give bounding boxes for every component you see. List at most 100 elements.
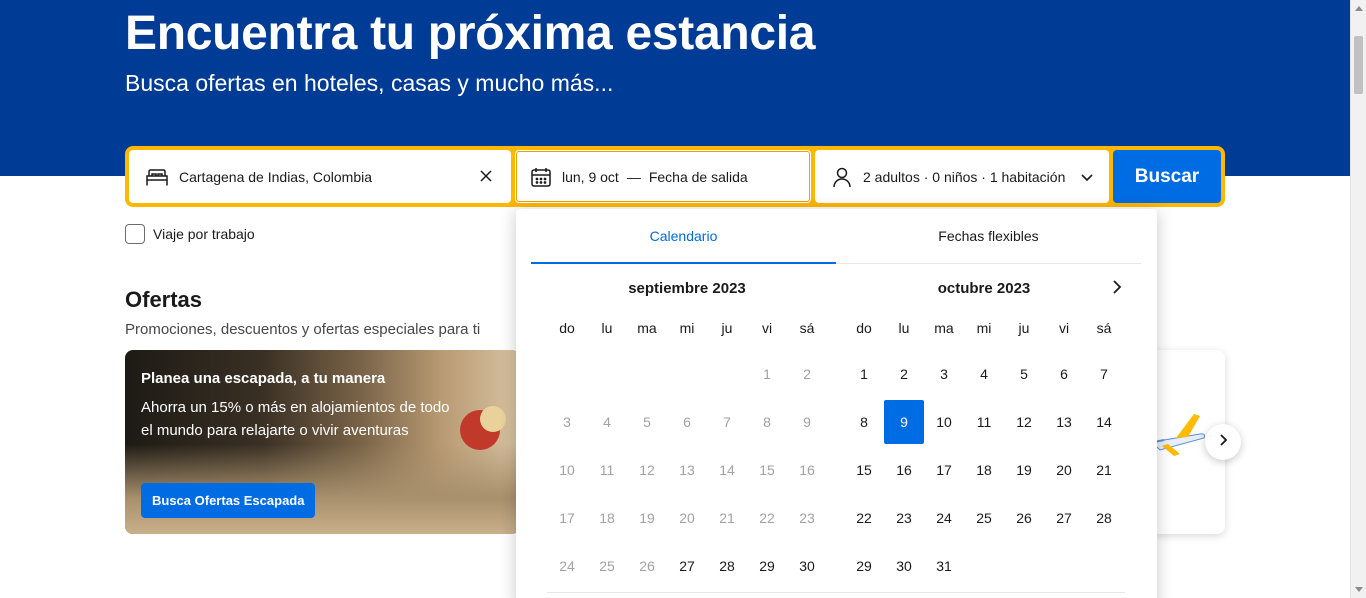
offer-card-getaway[interactable]: Planea una escapada, a tu manera Ahorra … xyxy=(125,350,520,534)
calendar-day[interactable]: 6 xyxy=(1044,352,1084,396)
calendar-day[interactable]: 11 xyxy=(964,400,1004,444)
calendar-day[interactable]: 22 xyxy=(844,496,884,540)
tab-flexible-dates[interactable]: Fechas flexibles xyxy=(836,209,1141,263)
page-subtitle: Busca ofertas en hoteles, casas y mucho … xyxy=(125,70,614,96)
beach-image-hat xyxy=(480,406,506,432)
scroll-thumb[interactable] xyxy=(1354,36,1363,94)
calendar-day: 15 xyxy=(759,462,775,478)
calendar-empty-cell xyxy=(1044,544,1084,588)
checkout-placeholder[interactable]: Fecha de salida xyxy=(649,169,748,185)
date-picker-tabs: Calendario Fechas flexibles xyxy=(531,209,1141,264)
tab-calendar[interactable]: Calendario xyxy=(531,209,836,264)
calendar-day[interactable]: 18 xyxy=(964,448,1004,492)
next-month-button[interactable] xyxy=(1108,278,1126,301)
guests-field[interactable]: 2 adultos · 0 niños · 1 habitación xyxy=(815,150,1109,203)
calendar-day: 12 xyxy=(639,462,655,478)
checkin-date[interactable]: lun, 9 oct xyxy=(562,169,619,185)
guests-summary[interactable]: 2 adultos · 0 niños · 1 habitación xyxy=(863,169,1065,185)
calendar-day: 21 xyxy=(719,510,735,526)
weekday-label: ma xyxy=(637,320,657,336)
calendar-day[interactable]: 30 xyxy=(884,544,924,588)
calendar-day[interactable]: 21 xyxy=(1084,448,1124,492)
calendar-day[interactable]: 4 xyxy=(964,352,1004,396)
page-title: Encuentra tu próxima estancia xyxy=(125,7,816,60)
calendar-day[interactable]: 28 xyxy=(707,544,747,588)
calendar-day: 7 xyxy=(723,414,731,430)
offers-heading: Ofertas xyxy=(125,287,203,312)
month-october: octubre 2023 do lu ma mi ju vi sá 1 2 3 4 5 6 7 8 9 10 1… xyxy=(844,277,1124,592)
calendar-day-selected[interactable]: 9 xyxy=(884,400,924,444)
calendar-day[interactable]: 1 xyxy=(844,352,884,396)
calendar-day: 14 xyxy=(719,462,735,478)
offer-card-button[interactable]: Busca Ofertas Escapada xyxy=(141,483,316,518)
calendar-day[interactable]: 7 xyxy=(1084,352,1124,396)
calendar-day[interactable]: 8 xyxy=(844,400,884,444)
scroll-down-icon[interactable] xyxy=(1355,587,1363,592)
scroll-up-icon[interactable] xyxy=(1355,6,1363,11)
day-grid: 1 2 3 4 5 6 7 8 9 10 11 12 13 14 15 16 17 18 19 20 21 22 23 24 2… xyxy=(547,352,827,592)
calendar-day[interactable]: 27 xyxy=(1044,496,1084,540)
close-icon[interactable] xyxy=(477,167,495,188)
chevron-down-icon[interactable] xyxy=(1079,169,1095,188)
offer-card-title: Planea una escapada, a tu manera xyxy=(141,370,386,387)
calendar-day: 22 xyxy=(759,510,775,526)
offers-subtitle: Promociones, descuentos y ofertas especi… xyxy=(125,321,481,338)
date-field[interactable]: lun, 9 oct — Fecha de salida xyxy=(515,150,811,203)
carousel-next-button[interactable] xyxy=(1205,424,1241,460)
calendar-day[interactable]: 30 xyxy=(787,544,827,588)
calendar-day[interactable]: 2 xyxy=(884,352,924,396)
calendar-empty-cell xyxy=(667,352,707,396)
checkbox[interactable] xyxy=(125,224,145,244)
page-scrollbar[interactable] xyxy=(1350,0,1366,598)
calendar-day[interactable]: 31 xyxy=(924,544,964,588)
destination-field[interactable]: Cartagena de Indias, Colombia xyxy=(129,150,511,203)
calendar-day[interactable]: 10 xyxy=(924,400,964,444)
calendar-week: 8 9 10 11 12 13 14 xyxy=(844,400,1124,448)
calendar-empty-cell xyxy=(587,352,627,396)
day-grid: 1 2 3 4 5 6 7 8 9 10 11 12 13 14 15 16 17 18 19 20 21 22 23 24 2… xyxy=(844,352,1124,592)
weekday-label: vi xyxy=(761,320,773,336)
calendar-day[interactable]: 27 xyxy=(667,544,707,588)
search-bar: Cartagena de Indias, Colombia lun, 9 oct… xyxy=(125,146,1225,207)
calendar-day[interactable]: 5 xyxy=(1004,352,1044,396)
calendar-day[interactable]: 24 xyxy=(924,496,964,540)
calendar-day[interactable]: 14 xyxy=(1084,400,1124,444)
calendar-icon xyxy=(530,166,552,188)
work-trip-checkbox[interactable]: Viaje por trabajo xyxy=(125,224,255,244)
calendar-day[interactable]: 13 xyxy=(1044,400,1084,444)
calendar-day: 25 xyxy=(599,558,615,574)
work-trip-label: Viaje por trabajo xyxy=(153,226,255,242)
calendar-day[interactable]: 3 xyxy=(924,352,964,396)
calendar-day[interactable]: 23 xyxy=(884,496,924,540)
calendar-day[interactable]: 17 xyxy=(924,448,964,492)
weekday-header: do lu ma mi ju vi sá xyxy=(844,320,1124,342)
calendar-day[interactable]: 12 xyxy=(1004,400,1044,444)
calendar-day[interactable]: 26 xyxy=(1004,496,1044,540)
month-september: septiembre 2023 do lu ma mi ju vi sá 123456789… xyxy=(547,277,827,592)
calendar-day: 16 xyxy=(799,462,815,478)
airplane-icon xyxy=(1150,410,1206,465)
calendar-week: 29 30 31 xyxy=(844,544,1124,592)
calendar-empty-cell xyxy=(1004,544,1044,588)
search-button[interactable]: Buscar xyxy=(1113,150,1221,203)
calendar-day: 17 xyxy=(559,510,575,526)
calendar-day: 2 xyxy=(803,366,811,382)
calendar-day[interactable]: 29 xyxy=(844,544,884,588)
calendar-day[interactable]: 15 xyxy=(844,448,884,492)
calendar-week: 12 xyxy=(547,352,827,400)
weekday-label: lu xyxy=(898,320,910,336)
weekday-label: lu xyxy=(601,320,613,336)
bed-icon xyxy=(145,165,169,189)
destination-input[interactable]: Cartagena de Indias, Colombia xyxy=(179,169,372,185)
calendar-day[interactable]: 20 xyxy=(1044,448,1084,492)
weekday-label: mi xyxy=(976,320,992,336)
calendar-day[interactable]: 16 xyxy=(884,448,924,492)
calendar-day[interactable]: 19 xyxy=(1004,448,1044,492)
calendar-day[interactable]: 25 xyxy=(964,496,1004,540)
calendar-day[interactable]: 28 xyxy=(1084,496,1124,540)
calendar-empty-cell xyxy=(627,352,667,396)
weekday-label: sá xyxy=(1096,320,1112,336)
calendar-day: 18 xyxy=(599,510,615,526)
month-title: septiembre 2023 xyxy=(628,280,746,297)
calendar-day[interactable]: 29 xyxy=(747,544,787,588)
